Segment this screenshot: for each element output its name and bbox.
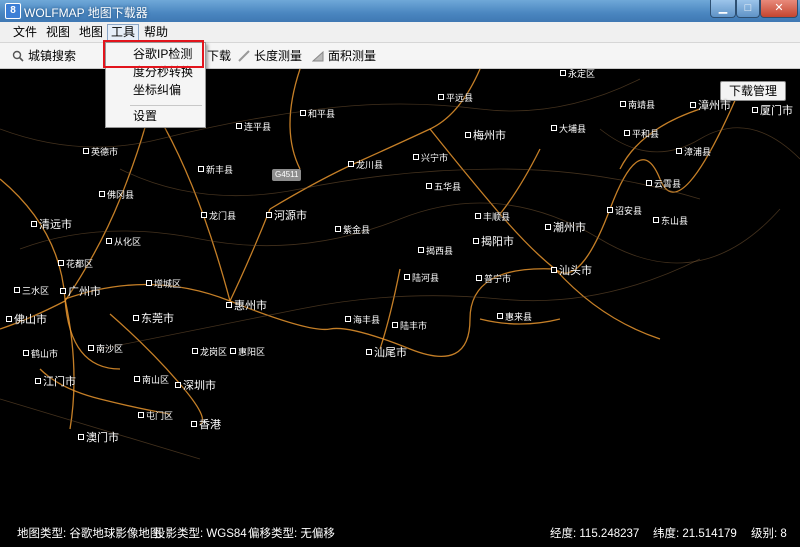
status-zoom-level: 级别: 8 <box>751 528 787 540</box>
city-label: 揭西县 <box>418 244 453 257</box>
menu-tools[interactable]: 工具 <box>107 24 140 41</box>
download-button[interactable]: 下载 <box>207 48 231 64</box>
search-icon <box>12 50 24 62</box>
menu-view[interactable]: 视图 <box>43 25 73 40</box>
city-label: 香港 <box>191 416 221 432</box>
city-label: 三水区 <box>14 284 49 297</box>
city-label: 永定区 <box>560 69 595 80</box>
city-label: 兴宁市 <box>413 151 448 164</box>
city-label: 漳浦县 <box>676 145 711 158</box>
city-label: 五华县 <box>426 180 461 193</box>
city-label: 漳州市 <box>690 97 731 113</box>
city-label: 河源市 <box>266 207 307 223</box>
road-network <box>0 69 800 460</box>
city-label: 丰顺县 <box>475 210 510 223</box>
status-projection: 投影类型: WGS84 <box>154 528 247 540</box>
city-label: 平和县 <box>624 127 659 140</box>
city-label: 龙岗区 <box>192 345 227 358</box>
city-label: 花都区 <box>58 257 93 270</box>
city-label: 厦门市 <box>752 102 793 118</box>
close-button[interactable]: ✕ <box>760 0 798 18</box>
city-label: 新丰县 <box>198 163 233 176</box>
city-label: 屯门区 <box>138 409 173 422</box>
city-label: 陆丰市 <box>392 319 427 332</box>
city-label: 南沙区 <box>88 342 123 355</box>
city-label: 诏安县 <box>607 204 642 217</box>
close-icon: ✕ <box>774 2 784 14</box>
app-icon: 8 <box>5 3 21 19</box>
city-label: 汕头市 <box>551 262 592 278</box>
city-label: 清远市 <box>31 216 72 232</box>
menu-help[interactable]: 帮助 <box>141 25 171 40</box>
area-measure-button[interactable]: 面积测量 <box>311 48 377 64</box>
city-label: 东山县 <box>653 214 688 227</box>
city-label: 增城区 <box>146 277 181 290</box>
city-search-label: 城镇搜索 <box>28 49 77 63</box>
length-measure-label: 长度测量 <box>254 49 303 63</box>
city-label: 鹤山市 <box>23 347 58 360</box>
city-search-button[interactable]: 城镇搜索 <box>12 48 76 64</box>
menu-map[interactable]: 地图 <box>76 25 106 40</box>
city-label: 佛冈县 <box>99 188 134 201</box>
menu-coordinate-correction[interactable]: 坐标纠偏 <box>106 81 205 99</box>
status-offset: 偏移类型: 无偏移 <box>248 528 335 540</box>
maximize-button[interactable]: □ <box>736 0 760 18</box>
city-label: 江门市 <box>35 373 76 389</box>
minimize-icon: ▁ <box>718 2 728 14</box>
city-label: 汕尾市 <box>366 344 407 360</box>
city-label: 大埔县 <box>551 122 586 135</box>
map-view[interactable]: 下载管理 G4511 永定区 平远县 南靖县 漳州市 厦门市 和平县 连平县 梅… <box>0 69 800 517</box>
length-measure-button[interactable]: 长度测量 <box>238 48 302 64</box>
status-longitude: 经度: 115.248237 <box>550 528 640 540</box>
city-label: 普宁市 <box>476 272 511 285</box>
city-label: 南靖县 <box>620 98 655 111</box>
city-label: 连平县 <box>236 120 271 133</box>
city-label: 惠阳区 <box>230 345 265 358</box>
city-label: 龙门县 <box>201 209 236 222</box>
city-label: 惠来县 <box>497 310 532 323</box>
city-label: 紫金县 <box>335 223 370 236</box>
city-label: 平远县 <box>438 91 473 104</box>
maximize-icon: □ <box>744 2 752 14</box>
menu-settings[interactable]: 设置 <box>106 107 205 125</box>
download-label: 下载 <box>207 49 232 63</box>
city-label: 潮州市 <box>545 219 586 235</box>
menu-file[interactable]: 文件 <box>10 25 40 40</box>
city-label: 南山区 <box>134 373 169 386</box>
city-label: 东莞市 <box>133 310 174 326</box>
city-label: 和平县 <box>300 107 335 120</box>
city-label: 云霄县 <box>646 177 681 190</box>
highlight-box <box>103 40 204 68</box>
city-label: 澳门市 <box>78 429 119 445</box>
city-label: 龙川县 <box>348 158 383 171</box>
city-label: 揭阳市 <box>473 233 514 249</box>
menu-separator <box>130 105 202 106</box>
status-map-type: 地图类型: 谷歌地球影像地图 <box>17 528 162 540</box>
window-title: WOLFMAP 地图下载器 <box>24 6 148 20</box>
status-bar: 地图类型: 谷歌地球影像地图 投影类型: WGS84 偏移类型: 无偏移 经度:… <box>0 517 800 547</box>
city-label: 海丰县 <box>345 313 380 326</box>
ruler-icon <box>238 50 250 62</box>
city-label: 英德市 <box>83 145 118 158</box>
title-bar: 8 WOLFMAP 地图下载器 ▁ □ ✕ <box>0 0 800 23</box>
city-label: 陆河县 <box>404 271 439 284</box>
city-label: 深圳市 <box>175 377 216 393</box>
city-label: 惠州市 <box>226 297 267 313</box>
area-measure-label: 面积测量 <box>328 49 377 63</box>
city-label: 广州市 <box>60 283 101 299</box>
city-label: 梅州市 <box>465 127 506 143</box>
city-label: 佛山市 <box>6 311 47 327</box>
city-label: 从化区 <box>106 235 141 248</box>
highway-shield: G4511 <box>272 169 302 181</box>
minimize-button[interactable]: ▁ <box>710 0 736 18</box>
area-icon <box>311 50 324 62</box>
status-latitude: 纬度: 21.514179 <box>653 528 737 540</box>
